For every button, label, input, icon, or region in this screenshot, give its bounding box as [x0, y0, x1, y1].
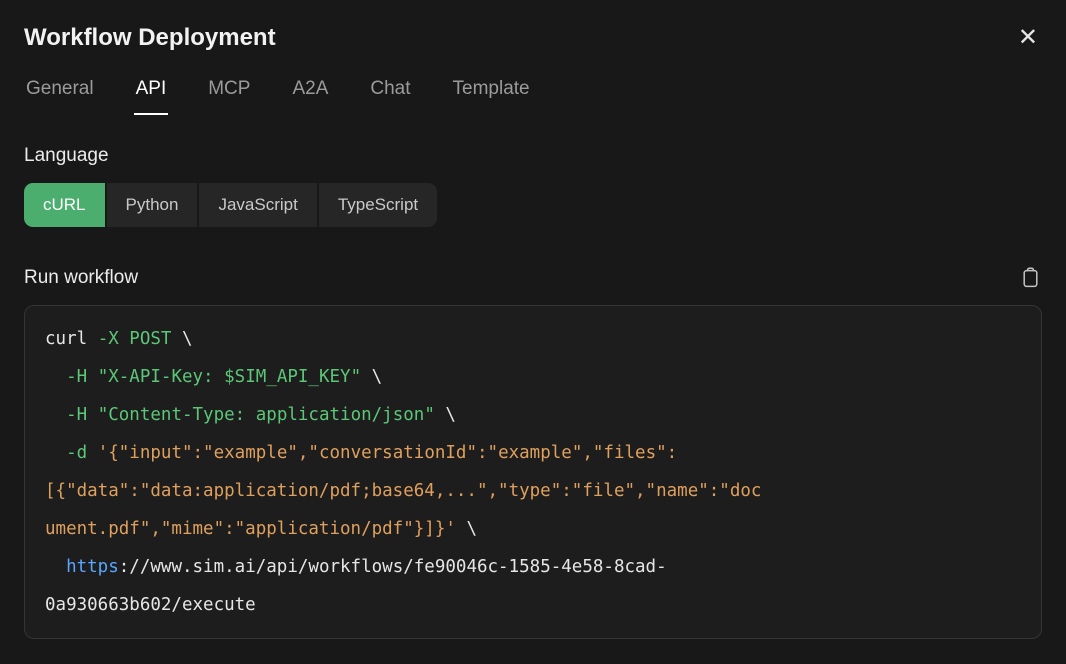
language-option-javascript[interactable]: JavaScript	[199, 183, 316, 227]
page-title: Workflow Deployment	[24, 24, 276, 52]
modal-header: Workflow Deployment ✕	[24, 0, 1042, 52]
code-line: -H "Content-Type: application/json" \	[45, 396, 1021, 434]
language-option-python[interactable]: Python	[107, 183, 198, 227]
tab-template[interactable]: Template	[451, 78, 532, 115]
code-line: curl -X POST \	[45, 320, 1021, 358]
language-option-typescript[interactable]: TypeScript	[319, 183, 437, 227]
code-line: [{"data":"data:application/pdf;base64,..…	[45, 472, 1021, 510]
close-icon[interactable]: ✕	[1014, 24, 1042, 52]
run-workflow-label: Run workflow	[24, 267, 138, 289]
code-line: ument.pdf","mime":"application/pdf"}]}' …	[45, 510, 1021, 548]
language-selector: cURLPythonJavaScriptTypeScript	[24, 183, 437, 227]
tab-general[interactable]: General	[24, 78, 96, 115]
tab-a2a[interactable]: A2A	[290, 78, 330, 115]
workflow-deployment-modal: Workflow Deployment ✕ General API MCP A2A Ch…	[0, 0, 1066, 639]
tab-chat[interactable]: Chat	[368, 78, 412, 115]
run-workflow-row: Run workflow	[24, 265, 1042, 290]
tab-api[interactable]: API	[134, 78, 169, 115]
tab-mcp[interactable]: MCP	[206, 78, 252, 115]
copy-icon[interactable]	[1019, 265, 1042, 290]
code-line: -d '{"input":"example","conversationId":…	[45, 434, 1021, 472]
code-line: https://www.sim.ai/api/workflows/fe90046…	[45, 548, 1021, 586]
tab-bar: General API MCP A2A Chat Template	[24, 78, 1042, 115]
code-block: curl -X POST \ -H "X-API-Key: $SIM_API_K…	[24, 305, 1042, 639]
code-line: 0a930663b602/execute	[45, 586, 1021, 624]
code-line: -H "X-API-Key: $SIM_API_KEY" \	[45, 358, 1021, 396]
language-label: Language	[24, 145, 1042, 167]
clipboard-icon	[1021, 267, 1040, 288]
language-option-curl[interactable]: cURL	[24, 183, 105, 227]
